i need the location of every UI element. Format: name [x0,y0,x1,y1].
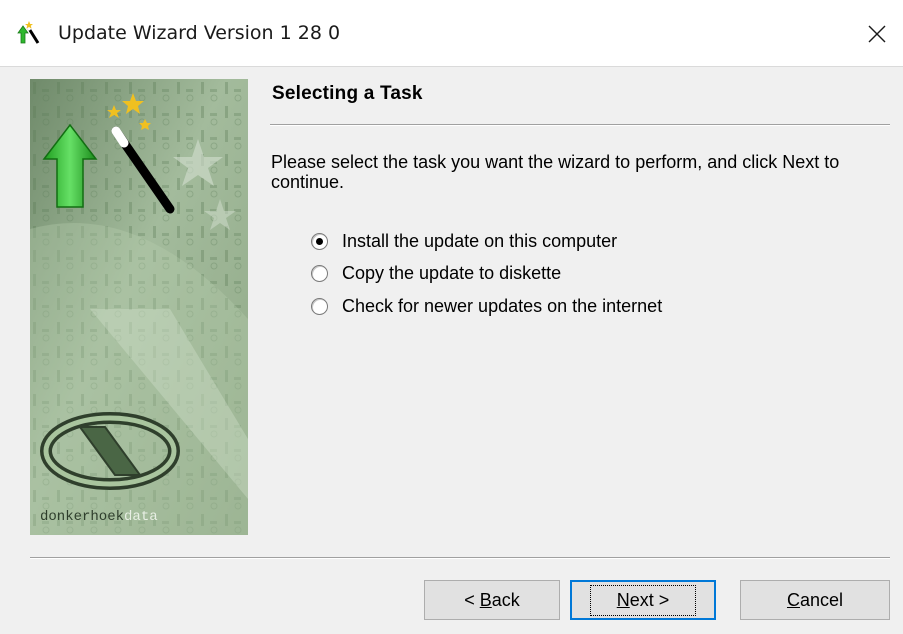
page-description: Please select the task you want the wiza… [271,152,840,192]
option-check-updates[interactable]: Check for newer updates on the internet [311,293,662,319]
window-title: Update Wizard Version 1 28 0 [58,22,341,44]
footer-separator [30,557,890,559]
brand-suffix: data [124,509,158,525]
next-button[interactable]: Next > [570,580,716,620]
cancel-label: Cancel [786,589,844,610]
option-install[interactable]: Install the update on this computer [311,228,617,254]
wizard-banner-image: donkerhoekdata [30,79,248,535]
close-icon[interactable] [859,12,895,54]
wizard-wand-icon [17,21,40,44]
back-label: < Back [464,589,520,610]
radio-button[interactable] [311,233,328,250]
brand-text: donkerhoekdata [40,509,158,525]
page-heading: Selecting a Task [272,83,423,104]
option-label[interactable]: Copy the update to diskette [342,263,561,284]
radio-button[interactable] [311,298,328,315]
dialog-body: donkerhoekdata Selecting a Task Please s… [0,67,903,634]
option-copy-diskette[interactable]: Copy the update to diskette [311,260,561,286]
option-label[interactable]: Check for newer updates on the internet [342,296,662,317]
next-label: Next > [589,584,697,616]
option-label[interactable]: Install the update on this computer [342,231,617,252]
radio-selected-dot [316,238,323,245]
cancel-button[interactable]: Cancel [740,580,890,620]
brand-prefix: donkerhoek [40,509,124,525]
header-separator [270,124,890,126]
radio-button[interactable] [311,265,328,282]
back-button[interactable]: < Back [424,580,560,620]
title-bar: Update Wizard Version 1 28 0 [0,0,903,67]
